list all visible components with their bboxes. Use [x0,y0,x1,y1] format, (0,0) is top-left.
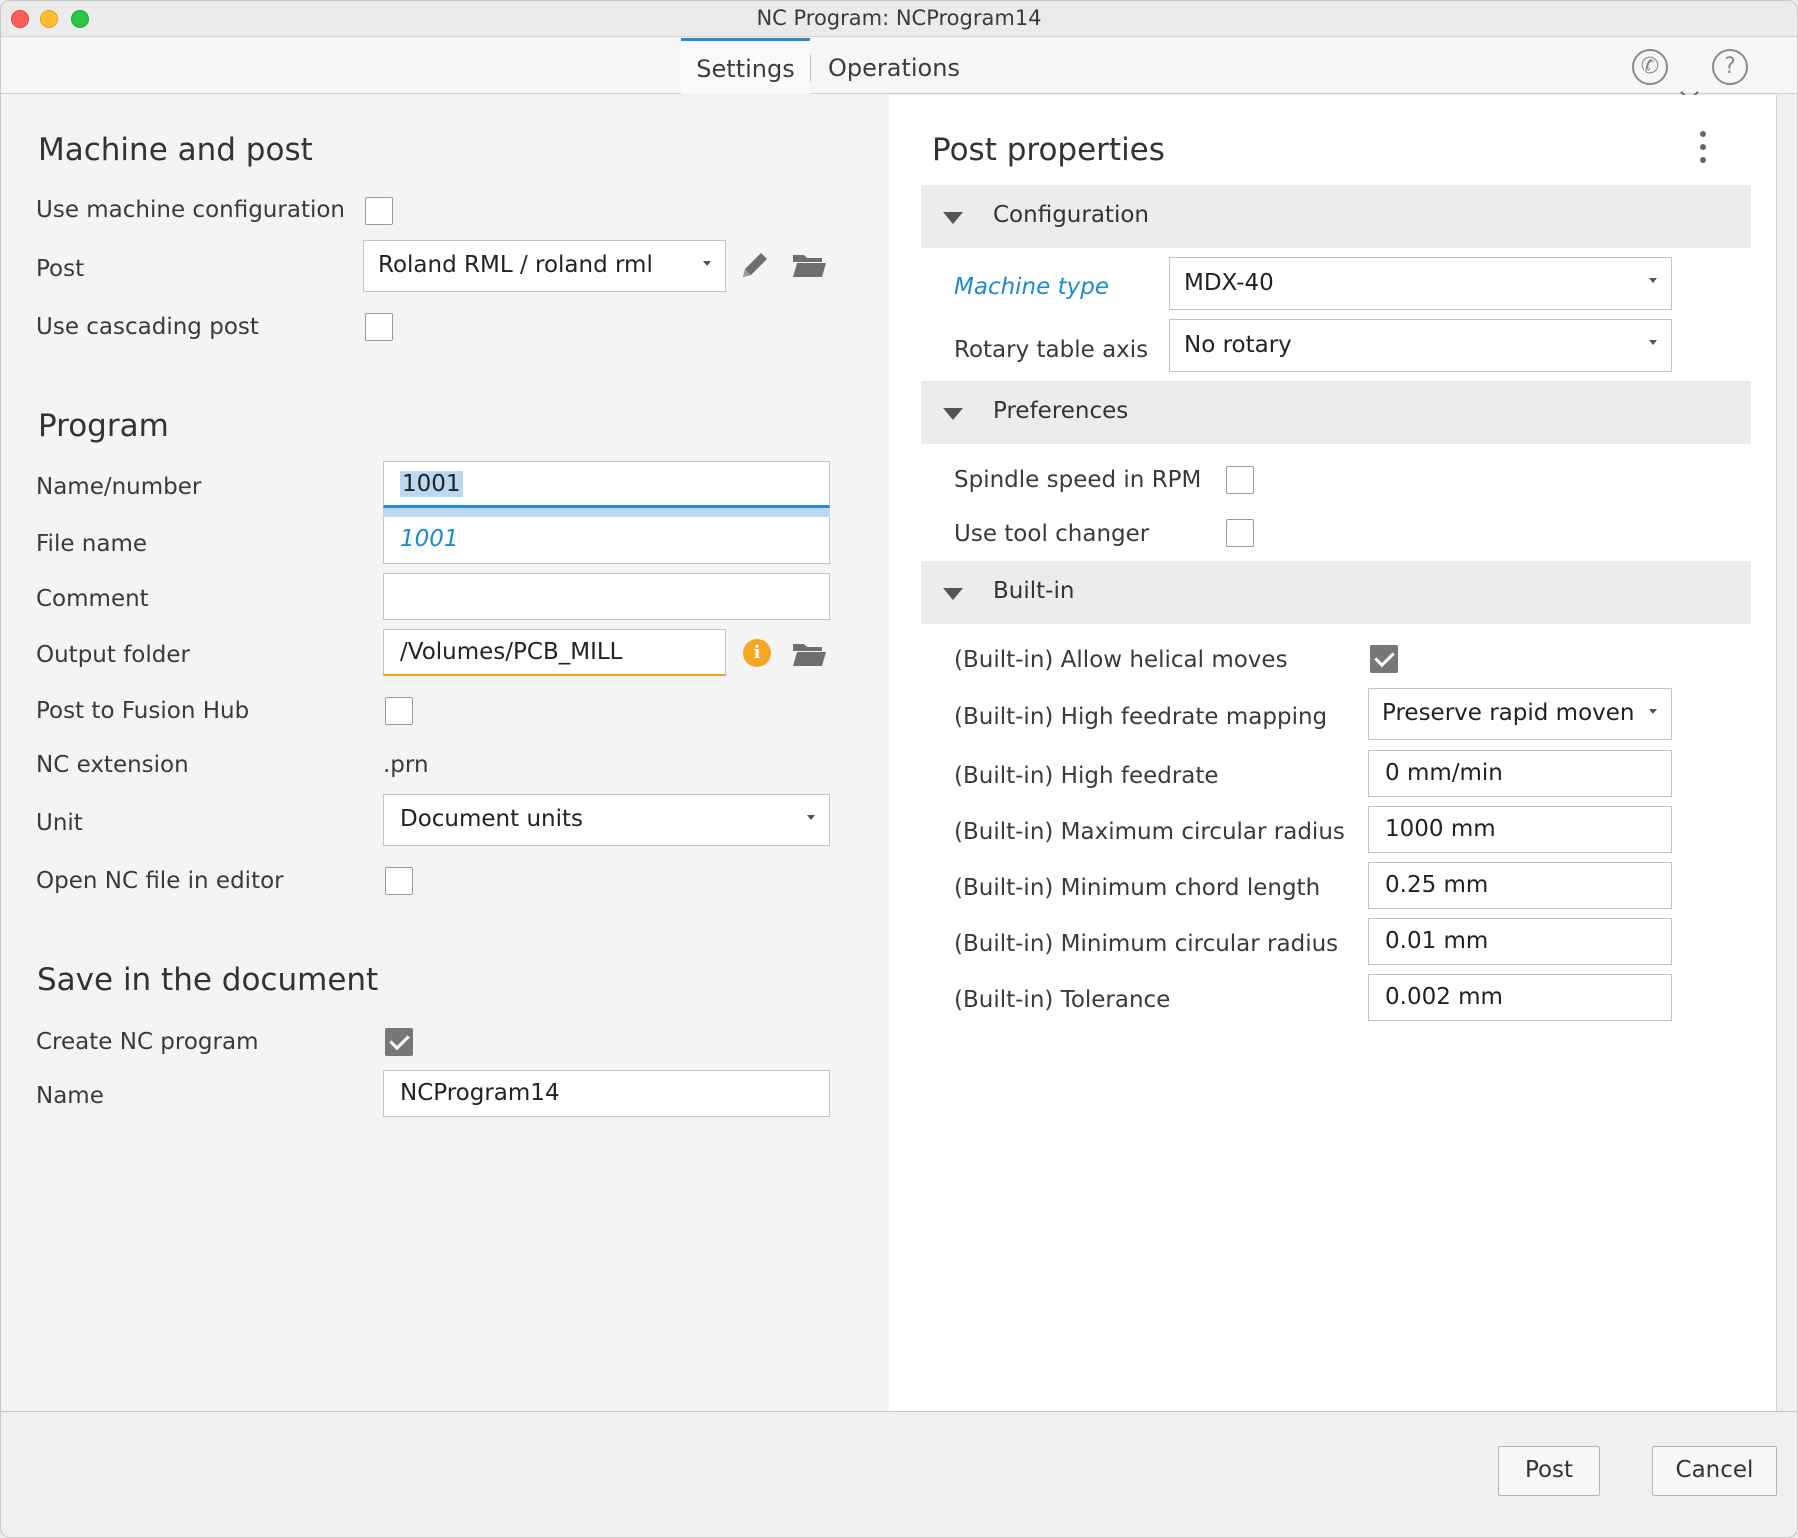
file-name-input[interactable]: 1001 [383,517,830,564]
post-label: Post [36,256,85,282]
support-phone-icon[interactable]: ✆ [1632,49,1668,85]
high-feedrate-label: (Built-in) High feedrate [954,763,1219,789]
tab-bar: Settings Operations ✆ ? [1,38,1797,102]
name-number-value: 1001 [400,471,463,497]
post-button[interactable]: Post [1498,1446,1600,1496]
min-circular-radius-input[interactable]: 0.01 mm [1368,918,1672,965]
collapse-triangle-icon [943,588,963,600]
create-nc-program-checkbox[interactable] [385,1028,413,1056]
min-circular-radius-label: (Built-in) Minimum circular radius [954,931,1339,957]
input-focus-highlight [383,508,830,517]
comment-input[interactable] [383,573,830,620]
post-properties-title: Post properties [932,132,1165,168]
more-options-icon[interactable] [1700,131,1706,170]
title-bar: NC Program: NCProgram14 [1,1,1797,37]
window-title: NC Program: NCProgram14 [756,6,1042,30]
machine-type-label[interactable]: Machine type [954,274,1109,300]
use-machine-config-label: Use machine configuration [36,197,345,223]
post-select[interactable]: Roland RML / roland rml [363,240,726,292]
allow-helical-moves-label: (Built-in) Allow helical moves [954,647,1288,673]
open-nc-in-editor-label: Open NC file in editor [36,868,284,894]
group-built-in[interactable]: Built-in [921,561,1751,624]
file-name-value: 1001 [400,526,459,552]
spindle-speed-rpm-checkbox[interactable] [1226,466,1254,494]
machine-section-title: Machine and post [38,132,313,168]
create-nc-program-label: Create NC program [36,1029,259,1055]
allow-helical-moves-checkbox[interactable] [1370,645,1398,673]
collapse-triangle-icon [943,408,963,420]
use-machine-config-checkbox[interactable] [365,197,393,225]
group-configuration[interactable]: Configuration [921,185,1751,248]
output-folder-input[interactable]: /Volumes/PCB_MILL [383,629,726,676]
spindle-speed-rpm-label: Spindle speed in RPM [954,467,1202,493]
cancel-button[interactable]: Cancel [1652,1446,1777,1496]
use-tool-changer-checkbox[interactable] [1226,519,1254,547]
edit-pencil-icon[interactable] [739,249,771,281]
nc-program-name-label: Name [36,1083,104,1109]
post-to-fusion-hub-checkbox[interactable] [385,697,413,725]
min-chord-length-label: (Built-in) Minimum chord length [954,875,1321,901]
tab-settings[interactable]: Settings [681,38,810,94]
comment-label: Comment [36,586,149,612]
output-folder-icon[interactable] [792,641,826,667]
name-number-label: Name/number [36,474,202,500]
group-configuration-label: Configuration [993,202,1149,228]
nc-program-dialog: NC Program: NCProgram14 Settings Operati… [0,0,1798,1538]
rotary-table-axis-select[interactable]: No rotary [1169,319,1672,372]
rotary-table-axis-label: Rotary table axis [954,337,1149,363]
output-folder-label: Output folder [36,642,190,668]
warning-info-icon[interactable]: i [743,639,771,667]
tab-separator [810,55,811,81]
nc-extension-label: NC extension [36,752,189,778]
nc-extension-value: .prn [383,752,429,778]
high-feedrate-input[interactable]: 0 mm/min [1368,750,1672,797]
max-circular-radius-input[interactable]: 1000 mm [1368,806,1672,853]
tolerance-label: (Built-in) Tolerance [954,987,1171,1013]
use-tool-changer-label: Use tool changer [954,521,1150,547]
file-name-label: File name [36,531,148,557]
help-icon[interactable]: ? [1712,49,1748,85]
nc-program-name-input[interactable]: NCProgram14 [383,1070,830,1117]
high-feedrate-mapping-select[interactable]: Preserve rapid moven [1368,688,1672,740]
collapse-triangle-icon [943,212,963,224]
machine-type-select[interactable]: MDX-40 [1169,257,1672,310]
open-nc-in-editor-checkbox[interactable] [385,867,413,895]
high-feedrate-mapping-label: (Built-in) High feedrate mapping [954,704,1328,730]
min-chord-length-input[interactable]: 0.25 mm [1368,862,1672,909]
use-cascading-post-label: Use cascading post [36,314,259,340]
use-cascading-post-checkbox[interactable] [365,313,393,341]
program-section-title: Program [38,408,169,444]
group-preferences[interactable]: Preferences [921,381,1751,444]
max-circular-radius-label: (Built-in) Maximum circular radius [954,819,1345,845]
group-built-in-label: Built-in [993,578,1075,604]
tolerance-input[interactable]: 0.002 mm [1368,974,1672,1021]
unit-select[interactable]: Document units [383,794,830,846]
unit-label: Unit [36,810,83,836]
tab-operations[interactable]: Operations [828,38,960,94]
post-folder-icon[interactable] [792,252,826,278]
footer-divider [1,1411,1797,1412]
save-section-title: Save in the document [37,962,379,998]
name-number-input[interactable]: 1001 [383,461,830,508]
post-to-fusion-hub-label: Post to Fusion Hub [36,698,250,724]
group-preferences-label: Preferences [993,398,1129,424]
